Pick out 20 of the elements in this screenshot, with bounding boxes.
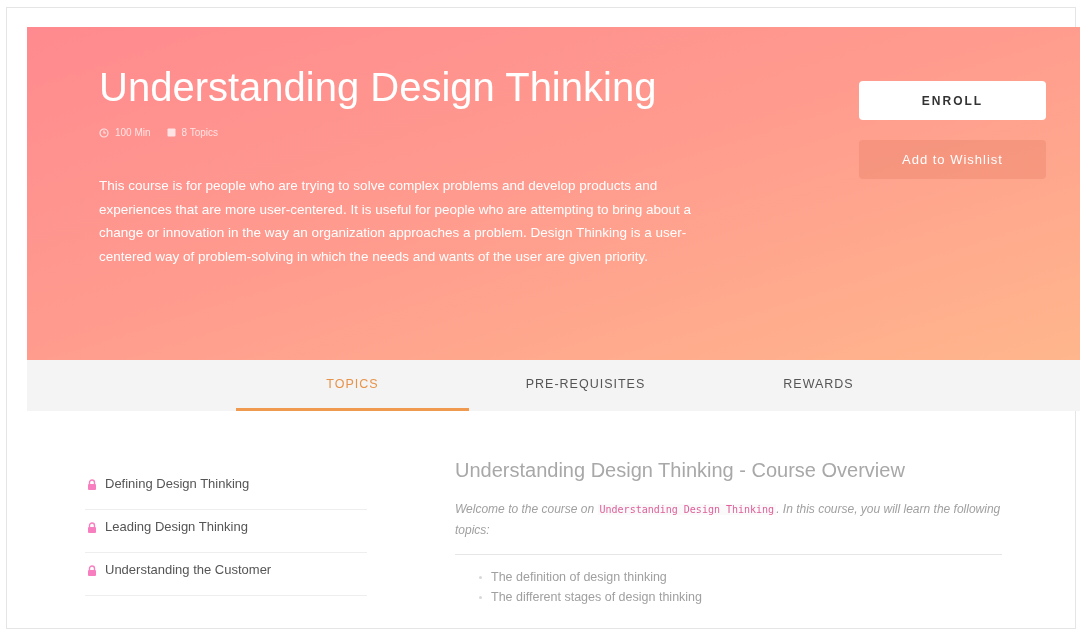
bullet-icon (479, 575, 482, 579)
topic-item[interactable]: Leading Design Thinking (85, 502, 367, 553)
topic-item[interactable]: Understanding the Customer (85, 545, 367, 596)
overview-heading: Understanding Design Thinking - Course Overview (455, 458, 906, 483)
course-meta: 8 Topics (181, 126, 219, 140)
topic-item[interactable]: Defining Design Thinking (85, 459, 367, 510)
lock-icon (87, 521, 97, 533)
tab[interactable]: REWARDS (702, 360, 935, 411)
course-title: Understanding Design Thinking (99, 64, 658, 111)
overview-bullet: The different stages of design thinking (491, 588, 703, 606)
clock-icon (99, 127, 109, 138)
course-meta: 100 Min (115, 126, 151, 140)
bullet-icon (479, 595, 482, 599)
enroll-button[interactable]: ENROLL (859, 81, 1046, 120)
lock-icon (87, 564, 97, 576)
lock-icon (87, 478, 97, 490)
tab[interactable]: PRE-REQUISITES (469, 360, 702, 411)
overview-intro: Welcome to the course on Understanding Design Thinking . In this course, you will learn the following topics: (455, 499, 1002, 555)
course-description: This course is for people who are trying to solve complex problems and develop products and experiences that are more user-centered. It is useful for people who are attempting to bring about a change or innovation in the way an organization approaches a problem. Design Thinking is a user-centered way of problem-solving in which the needs and wants of the user are given priority. (99, 177, 693, 266)
overview-bullet: The definition of design thinking (491, 568, 667, 586)
